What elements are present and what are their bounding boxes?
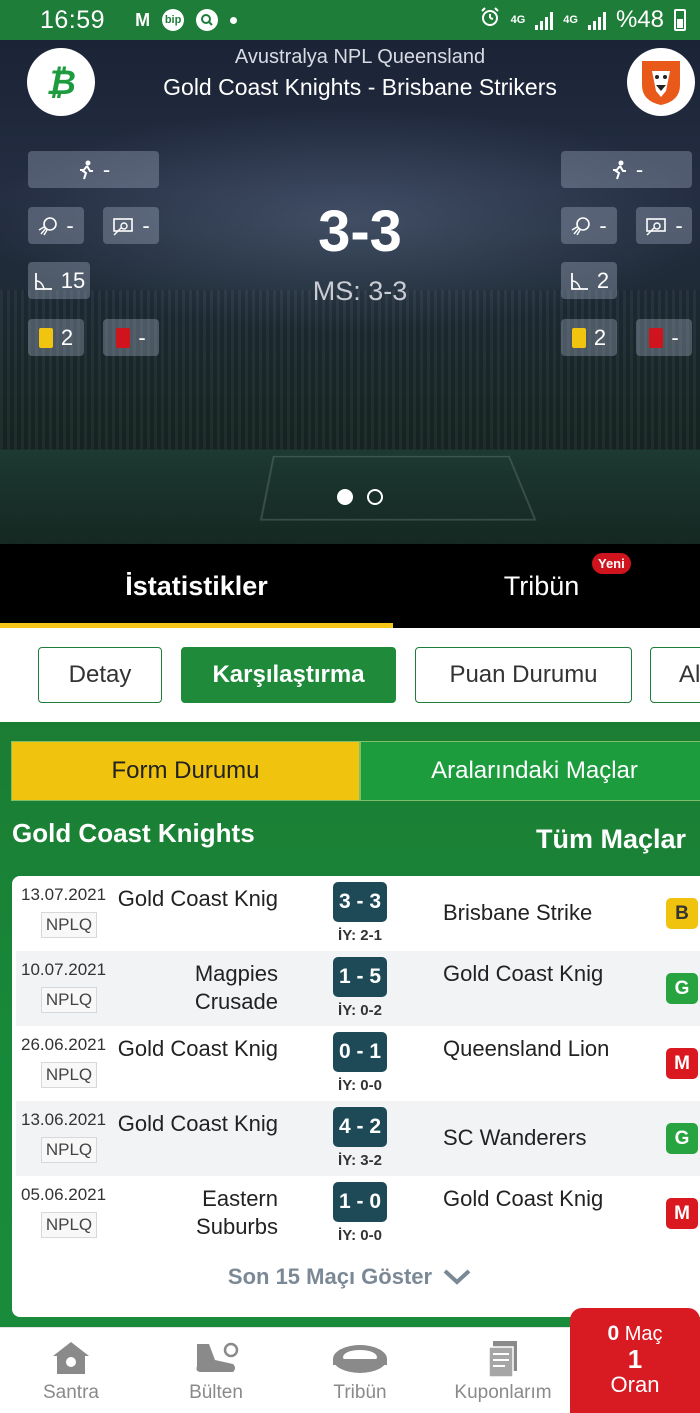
red-card-icon — [116, 327, 131, 348]
carousel-dot-1[interactable] — [337, 489, 353, 505]
chip-comparison[interactable]: Karşılaştırma — [181, 647, 396, 703]
away-yellow-cards: 2 — [561, 319, 617, 356]
coupon-odds-label: Oran — [610, 1372, 660, 1397]
battery-icon — [674, 9, 686, 31]
match-header: ₿ Avustralya NPL Queensland Gold Coast K… — [0, 40, 700, 544]
tab-statistics[interactable]: İstatistikler — [0, 544, 393, 628]
player-run-icon — [79, 160, 93, 179]
away-substitutions: - — [561, 151, 692, 188]
m-app-icon: M — [135, 9, 151, 30]
yellow-card-icon — [571, 327, 586, 348]
chevron-down-icon — [443, 1269, 471, 1285]
form-badge: M — [666, 1048, 698, 1079]
match-score: 3-3 — [318, 199, 402, 264]
match-list: 13.07.2021 NPLQ Gold Coast Knig 3 - 3 İY… — [12, 876, 700, 1317]
chip-standings[interactable]: Puan Durumu — [415, 647, 632, 703]
comparison-panel: Form Durumu Aralarındaki Maçlar Gold Coa… — [0, 722, 700, 1327]
segment-control: Form Durumu Aralarındaki Maçlar — [11, 741, 700, 801]
home-yellow-cards: 2 — [28, 319, 84, 356]
signal-icon-2 — [587, 10, 606, 30]
chip-more[interactable]: Al — [650, 647, 700, 703]
football-boot-icon — [196, 1342, 239, 1372]
signal-icon — [535, 10, 554, 30]
league-name: Avustralya NPL Queensland — [234, 46, 486, 68]
match-row[interactable]: 10.07.2021 NPLQ Magpies Crusade 1 - 5 İY… — [16, 951, 700, 1026]
network-type-2: 4G — [563, 13, 578, 26]
form-badge: B — [666, 898, 698, 929]
form-badge: M — [666, 1198, 698, 1229]
notification-dot — [230, 16, 238, 24]
match-row[interactable]: 05.06.2021 NPLQ Eastern Suburbs 1 - 0 İY… — [16, 1176, 700, 1251]
segment-form[interactable]: Form Durumu — [11, 741, 360, 801]
all-matches-link[interactable]: Tüm Maçlar — [536, 824, 700, 855]
filter-chips: Detay Karşılaştırma Puan Durumu Al — [0, 628, 700, 722]
tab-stand[interactable]: Tribün — [393, 544, 700, 628]
battery-level: %48 — [615, 6, 664, 33]
carousel-dot-2[interactable] — [367, 489, 383, 505]
show-more-button[interactable]: Son 15 Maçı Göster — [12, 1264, 688, 1290]
new-badge: Yeni — [592, 553, 631, 574]
alarm-icon — [479, 6, 501, 35]
carousel-dots[interactable] — [337, 489, 383, 505]
coupon-icon — [488, 1341, 517, 1378]
search-app-icon — [196, 9, 219, 31]
segment-head-to-head[interactable]: Aralarındaki Maçlar — [360, 741, 700, 801]
player-run-icon — [612, 160, 626, 179]
match-row[interactable]: 13.07.2021 NPLQ Gold Coast Knig 3 - 3 İY… — [16, 876, 700, 951]
nav-kuponlarim[interactable]: Kuponlarım — [438, 1336, 568, 1404]
match-row[interactable]: 26.06.2021 NPLQ Gold Coast Knig 0 - 1 İY… — [16, 1026, 700, 1101]
home-red-cards: - — [103, 319, 159, 356]
status-bar: 16:59 M bip 4G 4G %48 — [0, 0, 700, 40]
network-type-1: 4G — [510, 13, 526, 26]
nav-bulten[interactable]: Bülten — [151, 1336, 281, 1404]
form-badge: G — [666, 973, 698, 1004]
stadium-icon — [333, 1345, 387, 1373]
nav-santra[interactable]: Santra — [6, 1336, 136, 1404]
stadium-background — [0, 290, 700, 450]
team-name: Gold Coast Knights — [12, 818, 255, 848]
home-substitutions: - — [28, 151, 159, 188]
coupon-match-label: Maç — [624, 1323, 663, 1345]
match-title: Gold Coast Knights - Brisbane Strikers — [163, 74, 557, 100]
away-red-cards: - — [636, 319, 692, 356]
nav-tribun[interactable]: Tribün — [295, 1336, 425, 1404]
yellow-card-icon — [38, 327, 53, 348]
bip-app-icon: bip — [162, 9, 185, 31]
red-card-icon — [649, 327, 664, 348]
full-time-score: MS: 3-3 — [312, 276, 408, 306]
coupon-button[interactable]: 0 Maç 1 Oran — [570, 1308, 700, 1413]
match-row[interactable]: 13.06.2021 NPLQ Gold Coast Knig 4 - 2 İY… — [16, 1101, 700, 1176]
home-icon — [53, 1342, 89, 1374]
status-time: 16:59 — [40, 5, 106, 34]
chip-detail[interactable]: Detay — [38, 647, 162, 703]
coupon-match-count: 0 — [607, 1322, 620, 1345]
form-badge: G — [666, 1123, 698, 1154]
coupon-odds: 1 — [627, 1344, 643, 1374]
